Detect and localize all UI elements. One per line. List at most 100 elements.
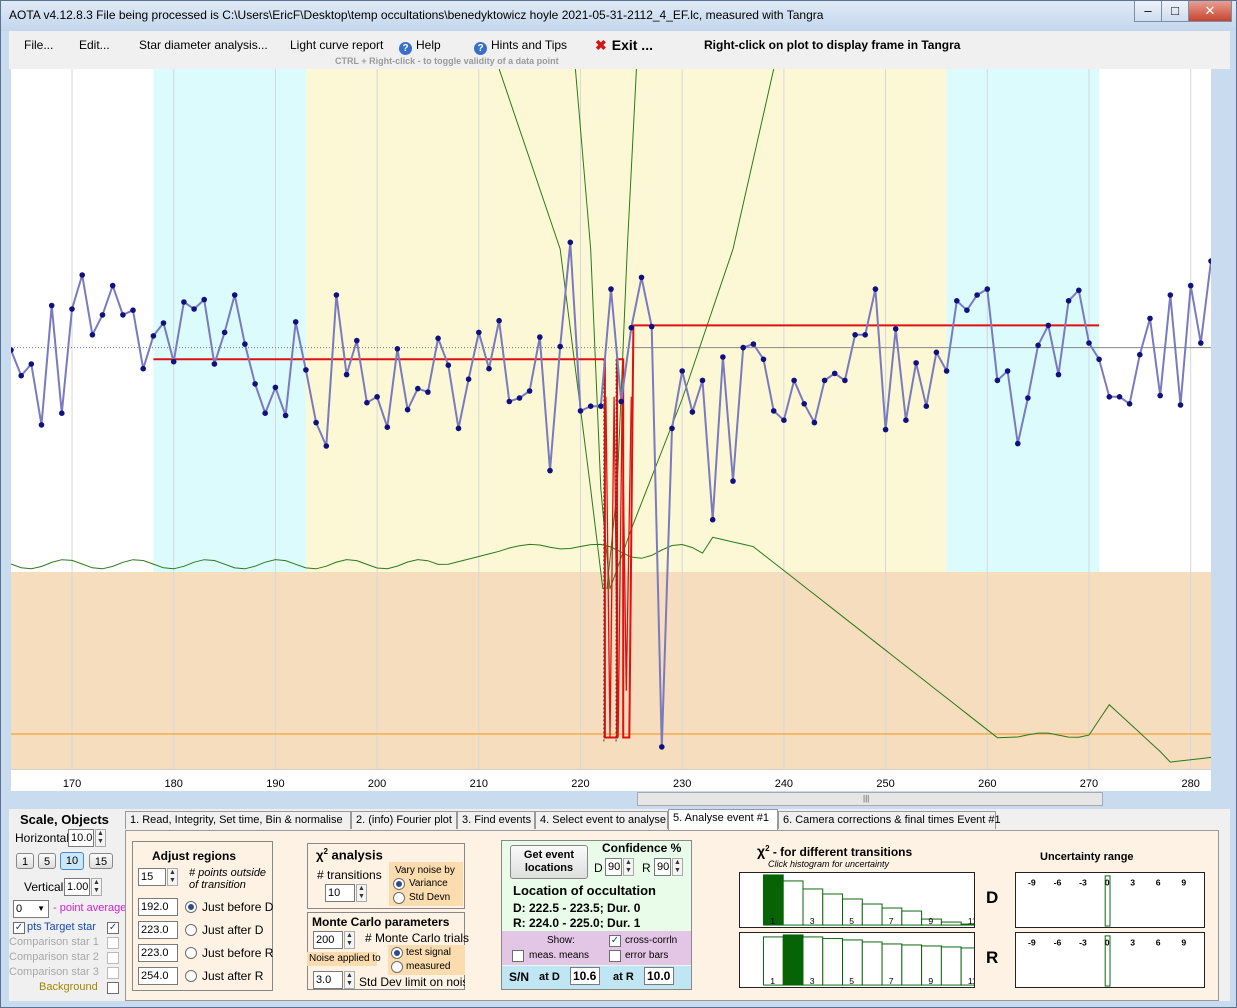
average-label: - point average: [53, 902, 127, 914]
data-point: [1055, 371, 1062, 378]
histogram-tick-label: 5: [849, 916, 854, 926]
average-select[interactable]: 0 ▼: [13, 900, 49, 918]
uncertainty-tick-label: 9: [1181, 938, 1186, 948]
error-bars-checkbox[interactable]: [609, 950, 621, 962]
maximize-button[interactable]: □: [1161, 1, 1189, 22]
d-histogram[interactable]: 1 3 5 7 9 11: [739, 872, 975, 928]
scale-button-1[interactable]: 1: [16, 853, 34, 869]
histogram-bar[interactable]: [901, 944, 923, 986]
points-outside-input[interactable]: 15: [138, 868, 166, 886]
background-label: Background: [39, 981, 98, 993]
data-point: [903, 417, 909, 424]
close-window-button[interactable]: ✕: [1188, 1, 1232, 22]
comparison-star-3-label: Comparison star 3: [9, 966, 99, 978]
average-value: 0: [16, 903, 23, 915]
vertical-spinner[interactable]: ▲ ▼: [91, 878, 102, 896]
scale-button-15[interactable]: 15: [89, 853, 113, 869]
just-before-r-input[interactable]: 223.0: [138, 944, 178, 962]
just-after-d-input[interactable]: 223.0: [138, 921, 178, 939]
histogram-bar[interactable]: [822, 937, 844, 986]
confidence-d-spinner[interactable]: ▲ ▼: [623, 858, 634, 876]
data-point: [699, 377, 706, 384]
histogram-bar[interactable]: [861, 941, 883, 986]
data-point: [1177, 402, 1184, 408]
confidence-r-input[interactable]: 90: [654, 858, 671, 876]
menu-exit[interactable]: ✖ Exit ...: [595, 37, 653, 54]
menu-light-curve-report[interactable]: Light curve report: [290, 38, 383, 52]
minimize-button[interactable]: –: [1134, 1, 1162, 22]
test-signal-radio[interactable]: [391, 947, 403, 959]
data-point: [842, 377, 848, 384]
tab-select-event[interactable]: 4. Select event to analyse: [535, 811, 668, 829]
measured-radio[interactable]: [391, 961, 403, 973]
confidence-d-input[interactable]: 90: [605, 858, 622, 876]
just-after-d-radio[interactable]: [185, 924, 197, 936]
histogram-bar[interactable]: [940, 921, 962, 926]
noise-applied-label: Noise applied to: [309, 953, 381, 964]
histogram-bar[interactable]: [861, 903, 883, 926]
tab-read-integrity[interactable]: 1. Read, Integrity, Set time, Bin & norm…: [125, 811, 351, 829]
histogram-tick-label: 9: [928, 976, 933, 986]
transitions-spinner[interactable]: ▲ ▼: [356, 884, 367, 902]
cross-corrln-checkbox[interactable]: ✓: [609, 935, 621, 947]
points-outside-spinner[interactable]: ▲ ▼: [167, 868, 178, 886]
x-tick-label: 170: [62, 778, 82, 790]
data-point: [577, 408, 584, 414]
right-click-hint: Right-click on plot to display frame in …: [704, 38, 961, 52]
r-histogram[interactable]: 1 3 5 7 9 11: [739, 932, 975, 988]
scale-button-10[interactable]: 10: [60, 852, 84, 870]
menu-edit[interactable]: Edit...: [79, 38, 110, 52]
tab-camera-corrections[interactable]: 6. Camera corrections & final times Even…: [778, 811, 1001, 829]
horizontal-spinner[interactable]: ▲ ▼: [95, 829, 106, 847]
meas-means-checkbox[interactable]: [512, 950, 524, 962]
just-before-d-input[interactable]: 192.0: [138, 898, 178, 916]
variance-label: Variance: [409, 878, 448, 889]
monte-carlo-trials-input[interactable]: 200: [313, 931, 343, 949]
horizontal-scrollbar[interactable]: |||: [637, 792, 1103, 806]
data-point: [1045, 322, 1052, 329]
target-star-checkbox[interactable]: ✓: [107, 922, 119, 934]
menu-file[interactable]: File...: [24, 38, 53, 52]
pts-checkbox[interactable]: ✓: [13, 922, 25, 934]
r-histogram-label: R: [986, 948, 999, 967]
histogram-bar[interactable]: [822, 893, 844, 926]
std-dev-limit-input[interactable]: 3.0: [313, 971, 343, 989]
histogram-bar[interactable]: [782, 880, 804, 926]
histogram-bar[interactable]: [940, 946, 962, 986]
exit-icon: ✖: [595, 37, 607, 53]
histogram-tick-label: 5: [849, 976, 854, 986]
comparison-star-2-checkbox[interactable]: [107, 952, 119, 964]
light-curve-plot[interactable]: [11, 69, 1211, 789]
data-point: [659, 744, 665, 750]
vertical-scale-input[interactable]: 1.00: [64, 878, 90, 896]
data-point: [1116, 394, 1123, 400]
data-point: [221, 329, 228, 336]
variance-radio[interactable]: [393, 878, 405, 890]
menu-hints[interactable]: ? Hints and Tips: [474, 38, 567, 55]
comparison-star-3-checkbox[interactable]: [107, 967, 119, 979]
x-tick-label: 200: [367, 778, 387, 790]
menu-star-diameter[interactable]: Star diameter analysis...: [139, 38, 268, 52]
just-after-r-radio[interactable]: [185, 970, 197, 982]
dropdown-arrow-icon: ▼: [37, 904, 45, 913]
tab-find-events[interactable]: 3. Find events: [457, 811, 535, 829]
data-point: [130, 307, 136, 313]
confidence-r-spinner[interactable]: ▲ ▼: [672, 858, 683, 876]
tab-analyse-event[interactable]: 5. Analyse event #1: [668, 809, 778, 830]
histogram-bar[interactable]: [901, 910, 923, 926]
histogram-bar[interactable]: [782, 934, 804, 986]
just-before-r-radio[interactable]: [185, 947, 197, 959]
monte-carlo-trials-spinner[interactable]: ▲ ▼: [344, 931, 355, 949]
std-devn-radio[interactable]: [393, 892, 405, 904]
just-before-d-radio[interactable]: [185, 901, 197, 913]
get-event-locations-button[interactable]: Get event locations: [510, 845, 588, 879]
background-checkbox[interactable]: [107, 982, 119, 994]
transitions-input[interactable]: 10: [325, 884, 355, 902]
scale-button-5[interactable]: 5: [38, 853, 56, 869]
horizontal-scale-input[interactable]: 10.0: [68, 829, 94, 847]
menu-help[interactable]: ? Help: [399, 38, 441, 55]
tab-fourier-plot[interactable]: 2. (info) Fourier plot: [351, 811, 457, 829]
just-after-r-input[interactable]: 254.0: [138, 967, 178, 985]
comparison-star-1-checkbox[interactable]: [107, 937, 119, 949]
std-dev-limit-spinner[interactable]: ▲ ▼: [344, 971, 355, 989]
